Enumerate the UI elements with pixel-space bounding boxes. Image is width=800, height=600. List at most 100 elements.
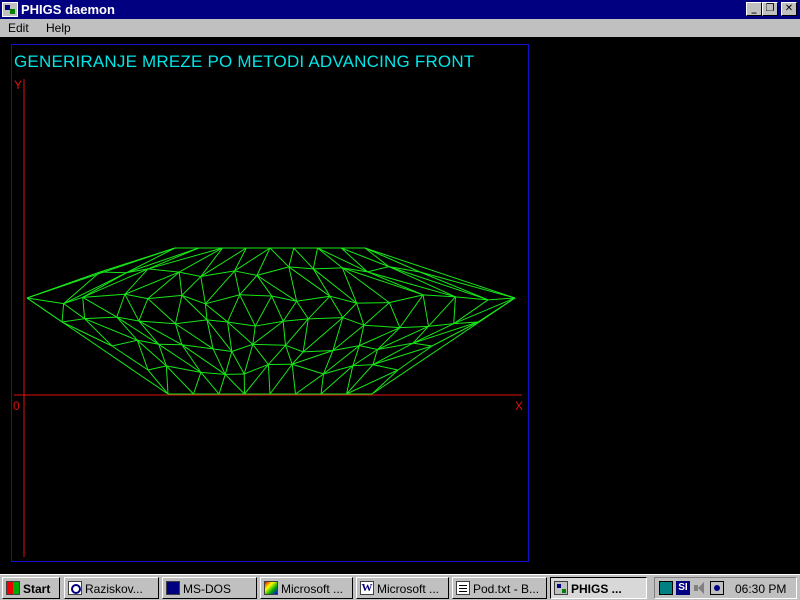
taskbar-item-phigs[interactable]: PHIGS ... xyxy=(550,577,647,599)
mesh-edge xyxy=(342,302,357,318)
menu-help[interactable]: Help xyxy=(46,21,71,35)
mesh-edge xyxy=(252,320,284,345)
mesh-edge xyxy=(346,364,374,395)
mesh-edge xyxy=(63,296,83,305)
network-icon[interactable] xyxy=(659,581,673,595)
mesh-edge xyxy=(212,348,232,352)
mesh-edge xyxy=(267,344,286,365)
mesh-edge xyxy=(243,344,254,375)
mesh-edge xyxy=(356,302,365,326)
msdos-icon xyxy=(166,581,180,595)
mesh-edge xyxy=(356,302,390,304)
mesh-edge xyxy=(200,276,206,304)
mesh-edge xyxy=(231,351,245,375)
mesh-edge xyxy=(178,247,223,273)
mesh-edge xyxy=(359,327,401,347)
mesh-edge xyxy=(377,325,429,350)
mesh-edge xyxy=(332,317,344,351)
title-bar[interactable]: PHIGS daemon _ ❐ ✕ xyxy=(0,0,800,19)
mesh-edge xyxy=(200,372,220,395)
taskbar-item-label: Microsoft ... xyxy=(377,582,440,596)
mesh-edge xyxy=(239,294,272,297)
mesh-edge xyxy=(165,365,169,395)
menu-edit[interactable]: Edit xyxy=(8,21,29,35)
x-axis-label: X xyxy=(515,399,523,413)
taskbar-item-msdos[interactable]: MS-DOS xyxy=(162,577,257,599)
windows-logo-icon xyxy=(6,581,20,595)
mesh-edge xyxy=(252,325,256,345)
mesh-edge xyxy=(63,303,85,320)
monitor-icon[interactable] xyxy=(710,581,724,595)
mesh-edge xyxy=(283,318,309,322)
mesh-edge xyxy=(227,294,241,323)
mesh-edge xyxy=(269,363,293,395)
mesh-edge xyxy=(147,365,167,371)
mesh-edge xyxy=(82,268,149,298)
maximize-button[interactable]: ❐ xyxy=(762,2,778,16)
mesh-edge xyxy=(124,293,148,300)
taskbar-item-explorer[interactable]: Raziskov... xyxy=(64,577,159,599)
taskbar: Start Raziskov... MS-DOS Microsoft ... W… xyxy=(0,574,800,600)
taskbar-item-word[interactable]: W Microsoft ... xyxy=(356,577,449,599)
menu-edit-label: Edit xyxy=(8,21,29,35)
mesh-edge xyxy=(363,324,400,329)
start-button[interactable]: Start xyxy=(2,577,60,599)
mesh-edge xyxy=(234,270,241,295)
minimize-button[interactable]: _ xyxy=(746,2,762,16)
mesh-edge xyxy=(308,317,343,320)
menu-bar: Edit Help xyxy=(0,19,800,37)
mesh-edge xyxy=(147,268,180,273)
mesh-edge xyxy=(256,266,289,276)
mesh-edge xyxy=(61,303,65,323)
mesh-edge xyxy=(147,271,180,299)
mesh-edge xyxy=(124,294,140,322)
mesh-edge xyxy=(252,343,286,346)
mesh-edge xyxy=(332,345,360,351)
mesh-edge xyxy=(224,374,245,395)
mesh-edge xyxy=(388,266,489,301)
taskbar-item-label: Raziskov... xyxy=(85,582,143,596)
mesh-edge xyxy=(295,373,324,395)
mesh-edge xyxy=(206,319,228,323)
y-axis-label: Y xyxy=(14,78,22,92)
mesh-edge xyxy=(288,247,295,268)
mesh-edge xyxy=(205,303,228,323)
taskbar-item-office[interactable]: Microsoft ... xyxy=(260,577,353,599)
mesh-edge xyxy=(367,266,389,273)
language-indicator[interactable]: SI xyxy=(676,581,690,595)
volume-icon[interactable] xyxy=(693,581,707,595)
mesh-edges xyxy=(26,247,516,395)
phigs-icon xyxy=(554,581,568,595)
notepad-icon xyxy=(456,581,470,595)
mesh-edge xyxy=(291,363,324,375)
mesh-edge xyxy=(419,271,516,299)
graphics-canvas[interactable]: GENERIRANJE MREZE PO METODI ADVANCING FR… xyxy=(0,37,800,574)
mesh-edge xyxy=(359,345,378,351)
mesh-edge xyxy=(399,325,429,329)
office-icon xyxy=(264,581,278,595)
mesh-edge xyxy=(282,300,298,322)
mesh-edge xyxy=(175,319,208,325)
clock[interactable]: 06:30 PM xyxy=(735,582,786,596)
mesh-edge xyxy=(307,295,331,320)
mesh-edge xyxy=(293,247,314,270)
origin-label: 0 xyxy=(13,399,20,413)
mesh-edge xyxy=(26,297,169,395)
mesh-edge xyxy=(285,344,304,353)
mesh-edge xyxy=(84,318,113,347)
taskbar-item-notepad[interactable]: Pod.txt - B... xyxy=(452,577,547,599)
mesh-edge xyxy=(218,374,226,395)
taskbar-item-label: MS-DOS xyxy=(183,582,231,596)
mesh-edge xyxy=(193,372,202,395)
mesh-edge xyxy=(313,267,343,270)
mesh-edge xyxy=(61,321,113,347)
mesh-edge xyxy=(82,296,118,318)
window-title: PHIGS daemon xyxy=(21,2,115,17)
mesh-edge xyxy=(397,345,433,371)
mesh-edge xyxy=(147,298,176,325)
app-icon[interactable] xyxy=(2,2,18,17)
mesh-edge xyxy=(282,321,287,346)
mesh-edge xyxy=(285,345,293,365)
mesh-edge xyxy=(296,295,330,302)
close-button[interactable]: ✕ xyxy=(781,2,797,16)
